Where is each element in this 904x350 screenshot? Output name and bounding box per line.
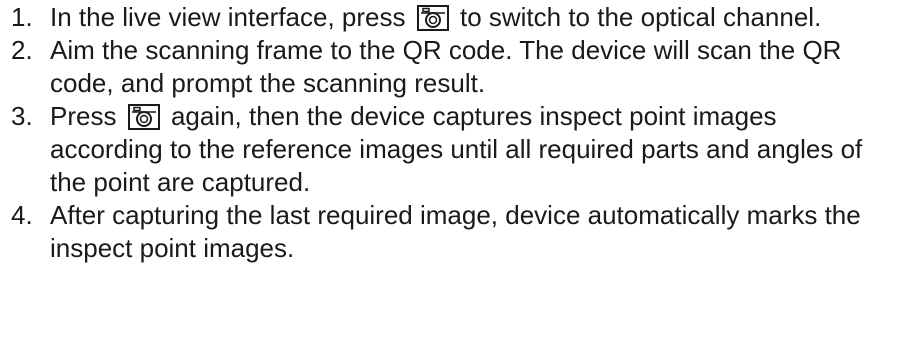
step-number: 4. — [11, 200, 33, 230]
instruction-steps: 1. In the live view interface, press to … — [0, 1, 904, 265]
step-text: Press again, then the device captures in… — [50, 100, 874, 199]
step-number: 1. — [11, 2, 33, 32]
step-text-before-icon: In the live view interface, press — [50, 2, 406, 32]
step-text-after-icon: again, then the device captures inspect … — [50, 101, 863, 197]
step-number: 3. — [11, 101, 33, 131]
step-1: 1. In the live view interface, press to … — [0, 1, 904, 34]
step-text: Aim the scanning frame to the QR code. T… — [50, 35, 842, 98]
step-text: After capturing the last required image,… — [50, 200, 861, 263]
step-text-before-icon: Press — [50, 101, 117, 131]
step-2: 2. Aim the scanning frame to the QR code… — [0, 34, 904, 100]
step-number: 2. — [11, 35, 33, 65]
step-4: 4. After capturing the last required ima… — [0, 199, 904, 265]
camera-icon — [127, 104, 160, 130]
step-text-after-icon: to switch to the optical channel. — [459, 2, 822, 32]
camera-icon — [416, 5, 449, 31]
step-text: In the live view interface, press to swi… — [50, 1, 874, 34]
step-3: 3. Press again, then the device captures… — [0, 100, 904, 199]
